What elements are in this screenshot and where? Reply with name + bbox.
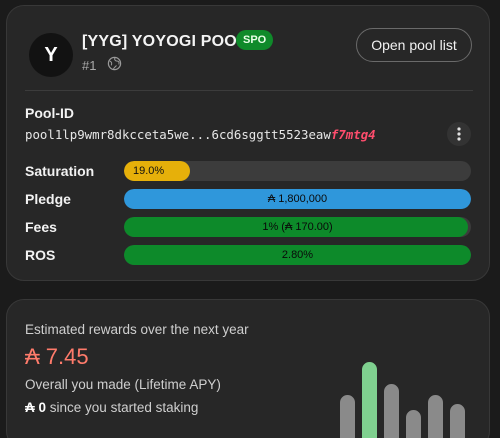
pool-id-main: pool1lp9wmr8dkcceta5we...6cd6sggtt5523ea… (25, 127, 331, 142)
decor-bar (450, 404, 465, 438)
stat-bar-fees: 1% (₳ 170.00) (124, 217, 471, 237)
lifetime-apy-label: Overall you made (Lifetime APY) (25, 377, 221, 392)
rewards-amount: ₳ 7.45 (25, 344, 89, 369)
rewards-title: Estimated rewards over the next year (25, 322, 249, 337)
pool-card: Y [YYG] YOYOGI POOL SPO #1 Open pool lis… (6, 5, 490, 281)
decor-bar (406, 410, 421, 438)
decor-bar (428, 395, 443, 438)
since-staking-amount: ₳ 0 (25, 400, 47, 415)
decor-bar (340, 395, 355, 438)
decor-bar (362, 362, 377, 438)
decor-bar (384, 384, 399, 438)
divider (25, 90, 473, 91)
more-vertical-icon[interactable] (447, 122, 471, 146)
stat-label-fees: Fees (25, 219, 57, 235)
stat-label-saturation: Saturation (25, 163, 95, 179)
stat-label-ros: ROS (25, 247, 56, 263)
globe-icon[interactable] (107, 56, 122, 71)
spo-badge: SPO (236, 30, 274, 50)
stat-bar-ros: 2.80% (124, 245, 471, 265)
rewards-card: Estimated rewards over the next year ₳ 7… (6, 299, 490, 438)
open-pool-list-button[interactable]: Open pool list (356, 28, 472, 62)
rewards-bars-illustration (340, 337, 470, 438)
stat-value-ros: 2.80% (281, 249, 314, 261)
stat-value-saturation: 19.0% (133, 165, 165, 177)
stat-value-fees: 1% (₳ 170.00) (262, 221, 333, 233)
pool-name: [YYG] YOYOGI POOL (82, 33, 247, 50)
pool-avatar: Y (29, 33, 73, 77)
since-staking-label: since you started staking (49, 400, 199, 415)
since-staking-text: ₳ 0 since you started staking (25, 400, 198, 415)
stat-bar-saturation: 19.0% (124, 161, 471, 181)
pool-id-suffix: f7mtg4 (330, 127, 376, 142)
stat-label-pledge: Pledge (25, 191, 71, 207)
pool-id-value[interactable]: pool1lp9wmr8dkcceta5we...6cd6sggtt5523ea… (25, 127, 376, 142)
stat-value-pledge: ₳ 1,800,000 (267, 193, 328, 205)
stat-bar-pledge: ₳ 1,800,000 (124, 189, 471, 209)
pool-rank: #1 (82, 58, 97, 73)
pool-id-label: Pool-ID (25, 105, 74, 121)
